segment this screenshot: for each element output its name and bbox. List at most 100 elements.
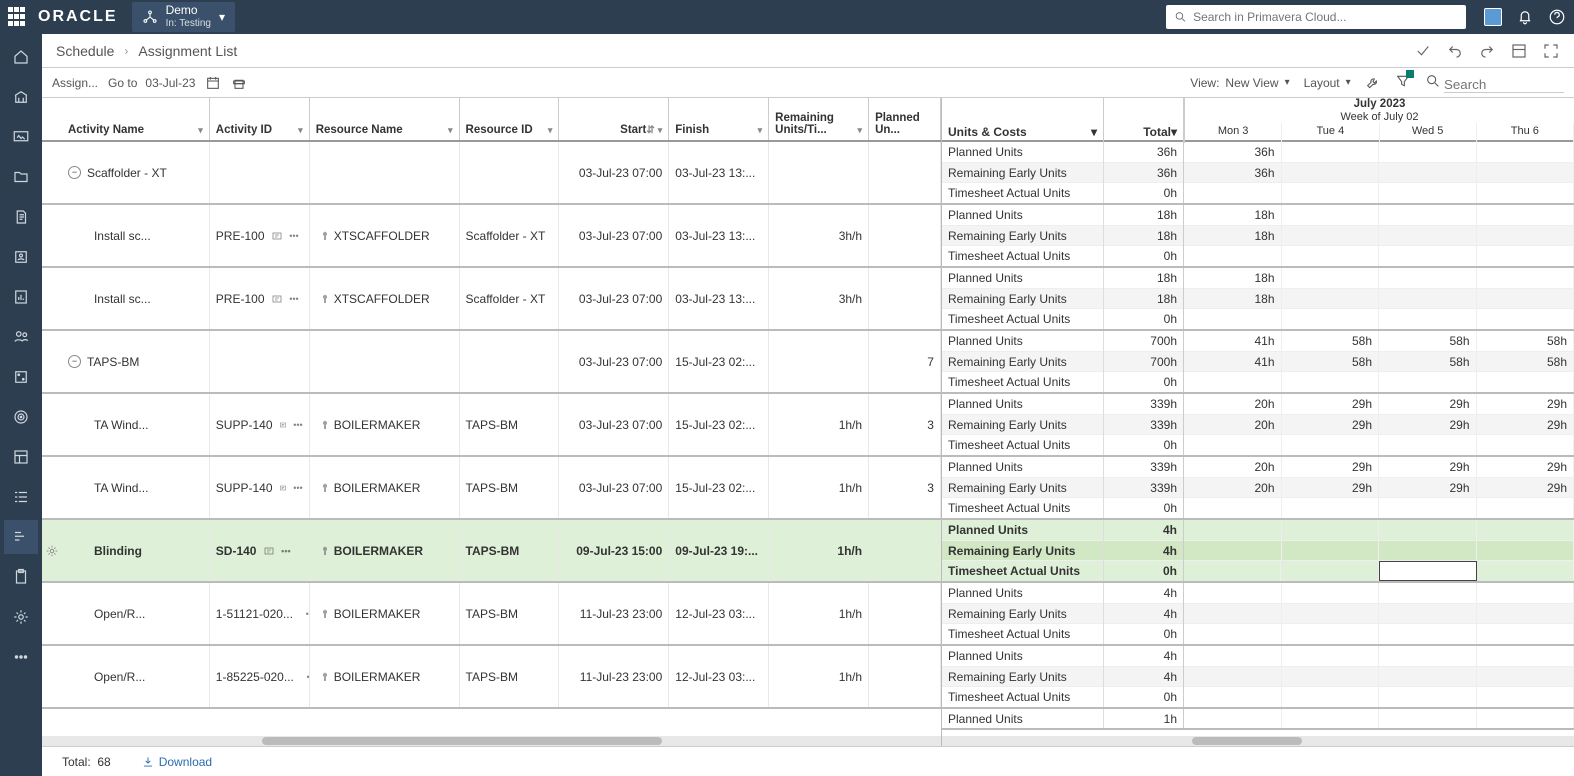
collapse-icon[interactable]: − [68,166,81,179]
timeline-cell[interactable] [1379,205,1477,225]
timeline-day[interactable]: Thu 6 [1477,123,1574,143]
timeline-cell[interactable] [1477,226,1574,246]
timeline-cell[interactable] [1379,687,1477,707]
units-row[interactable]: Planned UnitsRemaining Early UnitsTimesh… [942,331,1574,394]
timeline-cell[interactable] [1184,541,1282,561]
global-search-input[interactable] [1193,10,1458,24]
timeline-cell[interactable] [1282,289,1380,309]
table-row[interactable]: Install sc...PRE-100 •••XTSCAFFOLDERScaf… [42,205,941,268]
timeline-cell[interactable]: 29h [1282,478,1380,498]
timeline-cell[interactable] [1282,163,1380,183]
timeline-cell[interactable]: 18h [1184,226,1282,246]
timeline-cell[interactable] [1477,541,1574,561]
nav-team[interactable] [4,320,38,354]
right-hscroll[interactable] [942,736,1574,746]
ellipsis-icon[interactable]: ••• [281,546,290,556]
timeline-cell[interactable] [1477,205,1574,225]
timeline-cell[interactable]: 20h [1184,457,1282,477]
timeline-cell[interactable] [1184,687,1282,707]
timeline-cell[interactable]: 36h [1184,142,1282,162]
timeline-cell[interactable]: 29h [1477,415,1574,435]
fullscreen-icon[interactable] [1542,42,1560,60]
timeline-cell[interactable] [1379,435,1477,455]
timeline-cell[interactable] [1282,583,1380,603]
timeline-cell[interactable] [1379,498,1477,518]
timeline-cell[interactable]: 18h [1184,268,1282,288]
view-selector[interactable]: View: New View ▾ [1190,76,1289,90]
col-activity-id[interactable]: Activity ID▾ [210,98,310,140]
timeline-cell[interactable]: 36h [1184,163,1282,183]
timeline-cell[interactable]: 29h [1282,394,1380,414]
timeline-cell[interactable] [1477,309,1574,329]
units-row[interactable]: Planned UnitsRemaining Early UnitsTimesh… [942,394,1574,457]
wrench-icon[interactable] [1365,75,1381,91]
timeline-cell[interactable] [1477,498,1574,518]
table-row[interactable]: TA Wind...SUPP-140 •••BOILERMAKERTAPS-BM… [42,394,941,457]
col-resource-name[interactable]: Resource Name▾ [310,98,460,140]
timeline-cell[interactable] [1379,268,1477,288]
timeline-cell[interactable] [1477,604,1574,624]
timeline-cell[interactable] [1379,541,1477,561]
collapse-icon[interactable]: − [68,355,81,368]
layout-button[interactable]: Layout ▾ [1304,76,1351,90]
nav-settings[interactable] [4,600,38,634]
check-icon[interactable] [1414,42,1432,60]
timeline-cell[interactable] [1477,183,1574,203]
timeline-cell[interactable] [1379,604,1477,624]
timeline-cell[interactable]: 58h [1282,352,1380,372]
timeline-cell[interactable]: 29h [1477,457,1574,477]
timeline-cell[interactable] [1477,163,1574,183]
timeline-cell[interactable] [1184,583,1282,603]
nav-people[interactable] [4,240,38,274]
nav-gantt[interactable] [4,520,38,554]
timeline-cell[interactable] [1282,624,1380,644]
timeline-cell[interactable] [1379,646,1477,666]
panel-icon[interactable] [1510,42,1528,60]
units-row[interactable]: Planned UnitsRemaining Early UnitsTimesh… [942,205,1574,268]
timeline-cell[interactable] [1477,289,1574,309]
timeline-cell[interactable]: 58h [1282,331,1380,351]
nav-institution[interactable] [4,80,38,114]
table-row[interactable]: Open/R...1-51121-020... •••BOILERMAKERTA… [42,583,941,646]
timeline-cell[interactable] [1379,372,1477,392]
col-activity-name[interactable]: Activity Name▾ [62,98,210,140]
timeline-cell[interactable]: 29h [1282,457,1380,477]
table-row[interactable]: TA Wind...SUPP-140 •••BOILERMAKERTAPS-BM… [42,457,941,520]
timeline-cell[interactable]: 18h [1184,289,1282,309]
timeline-cell[interactable]: 20h [1184,478,1282,498]
table-row[interactable]: −TAPS-BM 03-Jul-23 07:0015-Jul-23 02:...… [42,331,941,394]
ellipsis-icon[interactable]: ••• [293,483,302,493]
timeline-cell[interactable]: 20h [1184,415,1282,435]
timeline-cell[interactable] [1477,268,1574,288]
timeline-cell[interactable] [1379,520,1477,540]
timeline-cell[interactable] [1379,226,1477,246]
workspace-selector[interactable]: Demo In: Testing ▾ [132,2,235,32]
assign-button[interactable]: Assign... [52,76,98,90]
nav-home[interactable] [4,40,38,74]
timeline-cell[interactable] [1477,583,1574,603]
timeline-cell[interactable] [1379,289,1477,309]
timeline-cell[interactable] [1184,604,1282,624]
nav-monitor[interactable] [4,120,38,154]
timeline-cell[interactable]: 58h [1379,331,1477,351]
timeline-cell[interactable] [1477,667,1574,687]
units-row[interactable]: Planned UnitsRemaining Early UnitsTimesh… [942,457,1574,520]
nav-document[interactable] [4,200,38,234]
timeline-cell[interactable] [1379,246,1477,266]
grid-search[interactable] [1425,73,1564,93]
nav-target[interactable] [4,400,38,434]
col-total[interactable]: Total▾ [1104,98,1184,143]
table-row[interactable]: Install sc...PRE-100 •••XTSCAFFOLDERScaf… [42,268,941,331]
timeline-day[interactable]: Wed 5 [1380,123,1477,143]
timeline-cell[interactable] [1477,142,1574,162]
col-planned[interactable]: Planned Un... [869,98,941,140]
timeline-cell[interactable]: 58h [1477,352,1574,372]
timeline-cell[interactable] [1282,205,1380,225]
nav-folder[interactable] [4,160,38,194]
timeline-cell[interactable] [1379,561,1477,581]
timeline-cell[interactable] [1282,646,1380,666]
timeline-cell[interactable] [1282,246,1380,266]
timeline-cell[interactable] [1281,561,1378,581]
timeline-cell[interactable]: 29h [1282,415,1380,435]
nav-dice[interactable] [4,360,38,394]
